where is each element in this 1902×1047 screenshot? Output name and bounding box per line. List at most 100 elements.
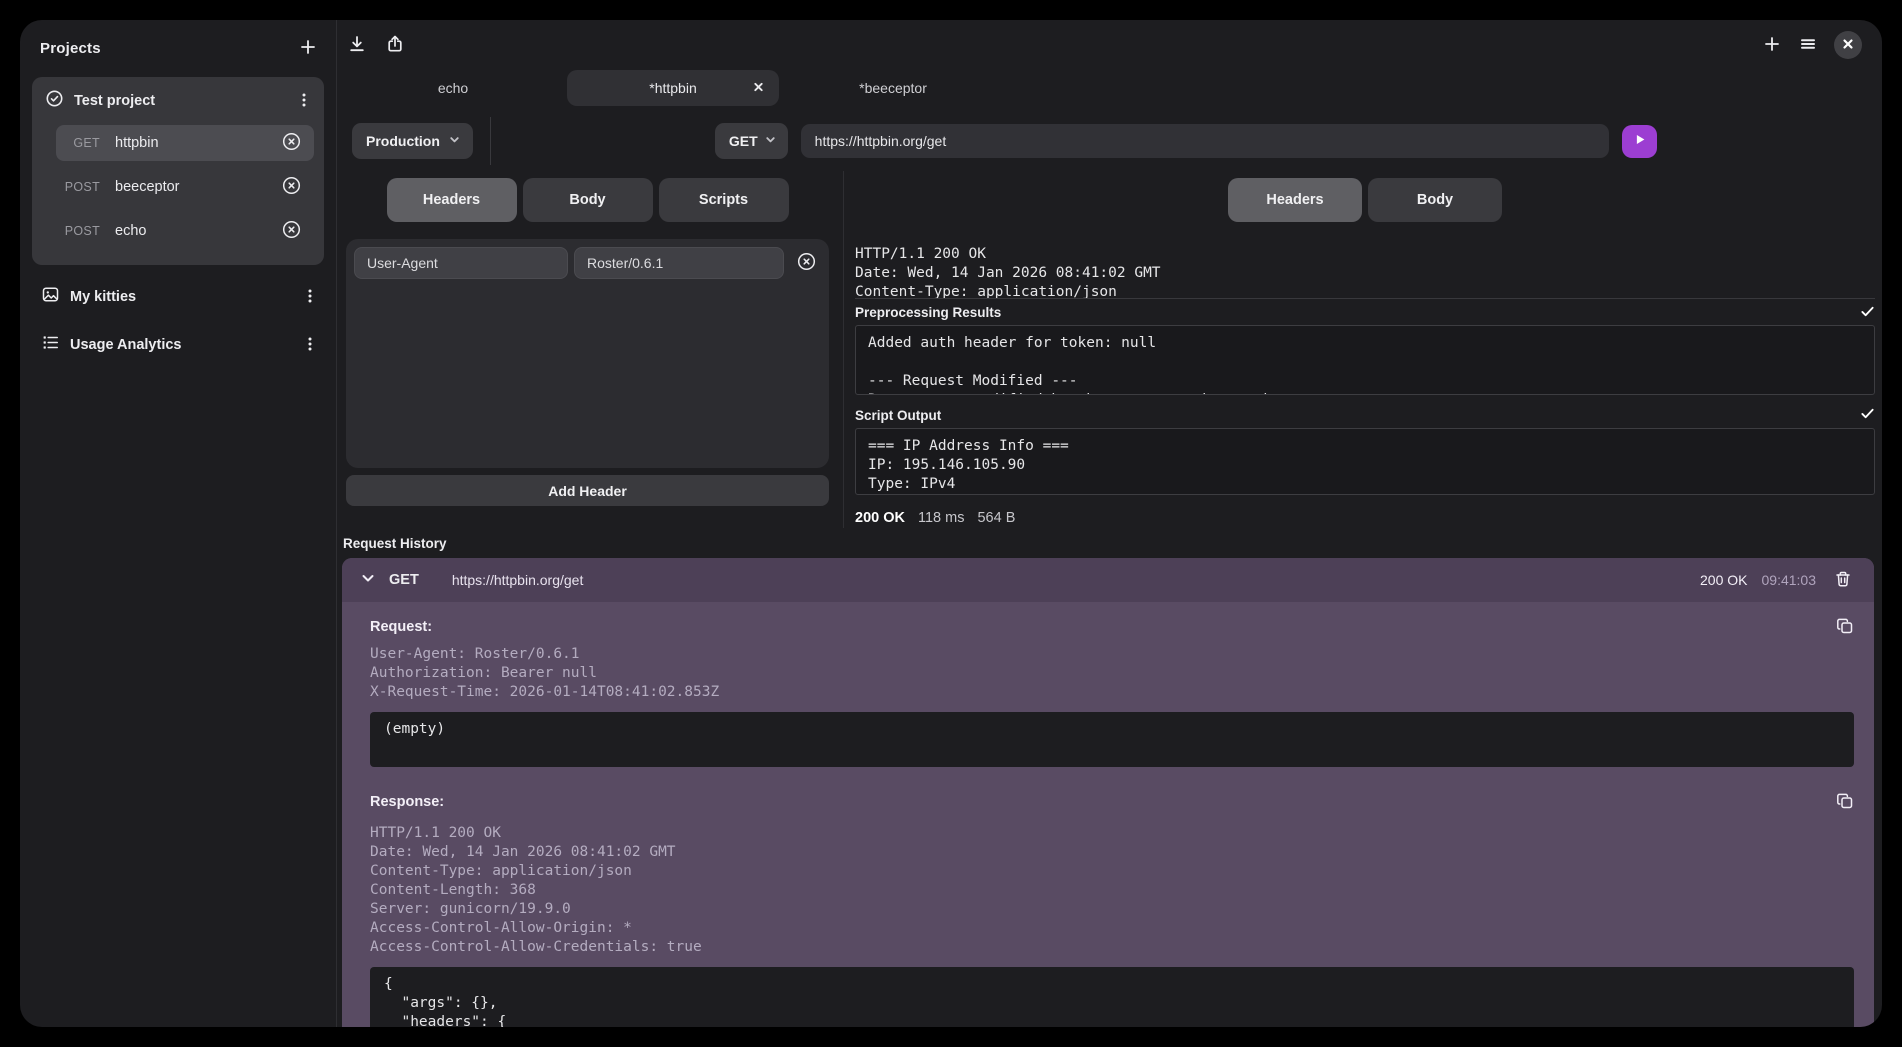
- tab-response-headers[interactable]: Headers: [1228, 178, 1362, 222]
- status-size: 564 B: [977, 510, 1015, 526]
- kebab-icon: [302, 288, 318, 307]
- copy-response-button[interactable]: [1836, 792, 1854, 813]
- project-my-kitties[interactable]: My kitties: [32, 279, 324, 315]
- history-request-headers: User-Agent: Roster/0.6.1 Authorization: …: [370, 645, 1854, 702]
- method-label: GET: [729, 133, 758, 149]
- url-input[interactable]: [801, 124, 1609, 158]
- history-entry: GET https://httpbin.org/get 200 OK 09:41…: [342, 558, 1874, 1027]
- remove-request-button[interactable]: [281, 131, 302, 155]
- history-request-row: Request:: [370, 618, 1854, 636]
- request-name: echo: [115, 223, 281, 239]
- new-project-button[interactable]: [298, 37, 318, 60]
- remove-header-button[interactable]: [796, 251, 817, 275]
- request-history-title: Request History: [343, 536, 1882, 554]
- main-area: echo *httpbin *beeceptor Production: [337, 20, 1882, 1027]
- tab-label: echo: [438, 80, 468, 96]
- chevron-down-icon: [448, 133, 461, 149]
- copy-request-button[interactable]: [1836, 617, 1854, 638]
- chevron-down-icon: [764, 133, 777, 149]
- toolbar: [337, 20, 1882, 70]
- send-request-button[interactable]: [1622, 125, 1657, 158]
- request-label: Request:: [370, 619, 432, 635]
- circle-x-icon: [281, 131, 302, 155]
- close-tab-button[interactable]: [751, 79, 766, 98]
- section-title: Script Output: [855, 408, 941, 423]
- script-output[interactable]: === IP Address Info === IP: 195.146.105.…: [855, 428, 1875, 495]
- environment-select[interactable]: Production: [352, 123, 473, 159]
- circle-x-icon: [281, 219, 302, 243]
- history-response-body-box[interactable]: { "args": {}, "headers": {: [370, 967, 1854, 1027]
- history-response-body: { "args": {}, "headers": {: [384, 975, 1840, 1027]
- app-menu-button[interactable]: [1798, 34, 1818, 57]
- document-tabstrip: echo *httpbin *beeceptor: [337, 70, 1882, 106]
- project-menu-button[interactable]: [302, 288, 318, 307]
- list-icon: [41, 333, 60, 357]
- request-item-httpbin[interactable]: GET httpbin: [56, 125, 314, 161]
- circle-x-icon: [796, 251, 817, 275]
- plus-icon: [298, 37, 318, 60]
- request-method: POST: [56, 224, 100, 238]
- preprocessing-output[interactable]: Added auth header for token: null --- Re…: [855, 325, 1875, 395]
- history-status: 200 OK: [1700, 572, 1747, 588]
- project-menu-button[interactable]: [296, 92, 312, 111]
- header-value-input[interactable]: [574, 247, 784, 279]
- history-request-body: (empty): [384, 720, 1840, 739]
- play-icon: [1632, 132, 1647, 150]
- circle-x-icon: [281, 175, 302, 199]
- export-button[interactable]: [385, 34, 405, 57]
- tab-label: *beeceptor: [859, 80, 927, 96]
- remove-request-button[interactable]: [281, 219, 302, 243]
- new-tab-button[interactable]: [1762, 34, 1782, 57]
- project-group-test-project: Test project GET httpbin POST beeceptor: [32, 77, 324, 265]
- tab-headers[interactable]: Headers: [387, 178, 517, 222]
- close-window-button[interactable]: [1834, 31, 1862, 59]
- response-pane: Headers Body HTTP/1.1 200 OK Date: Wed, …: [855, 171, 1875, 528]
- project-name: Usage Analytics: [70, 337, 302, 353]
- delete-history-button[interactable]: [1834, 570, 1852, 591]
- tab-beeceptor[interactable]: *beeceptor: [787, 70, 999, 106]
- request-method: POST: [56, 180, 100, 194]
- tab-httpbin[interactable]: *httpbin: [567, 70, 779, 106]
- history-entry-body: Request: User-Agent: Roster/0.6.1 Author…: [342, 602, 1874, 1027]
- add-header-button[interactable]: Add Header: [346, 475, 829, 506]
- response-status-row: 200 OK 118 ms 564 B: [855, 508, 1875, 528]
- check-icon: [1860, 406, 1875, 424]
- section-title: Preprocessing Results: [855, 305, 1001, 320]
- import-button[interactable]: [347, 34, 367, 57]
- preprocessing-output-text: Added auth header for token: null --- Re…: [868, 334, 1862, 395]
- x-icon: [753, 81, 764, 96]
- tab-scripts[interactable]: Scripts: [659, 178, 789, 222]
- history-url: https://httpbin.org/get: [452, 572, 1700, 588]
- project-usage-analytics[interactable]: Usage Analytics: [32, 327, 324, 363]
- project-menu-button[interactable]: [302, 336, 318, 355]
- tab-response-body[interactable]: Body: [1368, 178, 1502, 222]
- share-icon: [385, 34, 405, 57]
- history-response-row: Response:: [370, 793, 1854, 811]
- trash-icon: [1834, 570, 1852, 591]
- project-name: Test project: [74, 93, 296, 109]
- chevron-down-icon[interactable]: [360, 570, 376, 591]
- download-icon: [347, 34, 367, 57]
- method-select[interactable]: GET: [715, 123, 788, 159]
- history-entry-header[interactable]: GET https://httpbin.org/get 200 OK 09:41…: [342, 558, 1874, 602]
- history-request-body-box[interactable]: (empty): [370, 712, 1854, 767]
- project-header-test-project[interactable]: Test project: [32, 77, 324, 125]
- request-editor: Headers Body Scripts Add Heade: [346, 171, 829, 528]
- vertical-divider: [843, 171, 844, 528]
- project-name: My kitties: [70, 289, 302, 305]
- request-item-beeceptor[interactable]: POST beeceptor: [56, 169, 314, 205]
- header-key-input[interactable]: [354, 247, 568, 279]
- script-output-header: Script Output: [855, 401, 1875, 425]
- request-name: beeceptor: [115, 179, 281, 195]
- request-item-echo[interactable]: POST echo: [56, 213, 314, 249]
- kebab-icon: [296, 92, 312, 111]
- check-circle-icon: [45, 89, 64, 113]
- status-code: 200 OK: [855, 510, 905, 526]
- check-icon: [1860, 304, 1875, 322]
- sidebar-header: Projects: [32, 36, 324, 60]
- script-output-text: === IP Address Info === IP: 195.146.105.…: [868, 437, 1862, 495]
- kebab-icon: [302, 336, 318, 355]
- remove-request-button[interactable]: [281, 175, 302, 199]
- tab-echo[interactable]: echo: [347, 70, 559, 106]
- tab-body[interactable]: Body: [523, 178, 653, 222]
